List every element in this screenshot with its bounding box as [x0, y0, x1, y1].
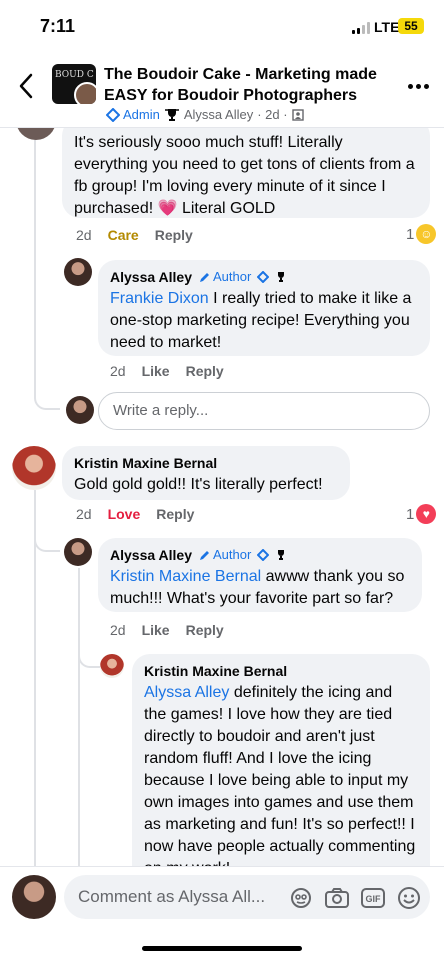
avatar[interactable] — [16, 128, 56, 140]
admin-shield-icon — [257, 271, 270, 283]
comment-text: Kristin Maxine Bernal awww thank you so … — [110, 568, 405, 607]
comments-list: It's seriously sooo much stuff! Literall… — [0, 128, 444, 866]
comment-text: Gold gold gold!! It's literally perfect! — [74, 476, 323, 493]
avatar-sticker-icon[interactable] — [288, 885, 314, 911]
comment-time: 2d — [110, 363, 126, 379]
pencil-icon — [199, 550, 209, 560]
admin-shield-icon — [257, 549, 270, 561]
comment-text: Frankie Dixon I really tried to make it … — [110, 290, 412, 351]
comment-time: 2d — [76, 227, 92, 243]
mention-link[interactable]: Frankie Dixon — [110, 290, 209, 307]
network-type: LTE — [374, 19, 400, 35]
avatar[interactable] — [100, 654, 124, 678]
author-badge: Author — [198, 268, 251, 286]
post-meta: Admin Alyssa Alley · 2d · — [106, 107, 304, 122]
comment-bubble: Alyssa Alley Author Frankie Dixon I real… — [98, 260, 430, 356]
comment-text: Alyssa Alley definitely the icing and th… — [144, 684, 416, 866]
group-avatar[interactable]: BOUD C — [52, 64, 96, 104]
thread-connector — [34, 368, 60, 410]
admin-label: Admin — [123, 107, 160, 122]
gif-icon[interactable]: GIF — [360, 885, 386, 911]
group-title[interactable]: The Boudoir Cake - Marketing made EASY f… — [104, 64, 390, 106]
back-button[interactable] — [10, 68, 42, 104]
comment-author[interactable]: Kristin Maxine Bernal — [74, 454, 217, 472]
love-reaction-icon: ♥ — [416, 504, 437, 524]
trophy-icon — [278, 550, 285, 560]
comment-time: 2d — [110, 622, 126, 638]
comment-text: It's seriously sooo much stuff! Literall… — [74, 134, 415, 217]
back-arrow-icon — [19, 73, 33, 99]
comment-author[interactable]: Kristin Maxine Bernal — [144, 662, 287, 680]
mention-link[interactable]: Kristin Maxine Bernal — [110, 568, 261, 585]
poster-name[interactable]: Alyssa Alley — [184, 107, 253, 122]
comment-placeholder: Comment as Alyssa All... — [78, 887, 266, 906]
avatar[interactable] — [64, 538, 92, 566]
comment-input[interactable]: Comment as Alyssa All... GIF — [64, 875, 430, 919]
svg-text:GIF: GIF — [366, 894, 382, 904]
status-time: 7:11 — [40, 16, 76, 36]
avatar[interactable] — [12, 446, 56, 490]
care-button[interactable]: Care — [108, 227, 139, 243]
author-mini-avatar — [74, 82, 96, 104]
comment-actions: 2d Like Reply — [110, 622, 224, 638]
reply-button[interactable]: Reply — [186, 622, 224, 638]
comment-author[interactable]: Alyssa Alley — [110, 546, 192, 564]
post-time: · 2d · — [257, 107, 288, 122]
reply-button[interactable]: Reply — [156, 506, 194, 522]
signal-icon — [352, 22, 372, 34]
comment-bubble: Alyssa Alley Author Kristin Maxine Berna… — [98, 538, 422, 612]
reply-button[interactable]: Reply — [186, 363, 224, 379]
comment-actions: 2d Care Reply — [76, 227, 193, 243]
emoji-icon[interactable] — [396, 885, 422, 911]
current-user-avatar[interactable] — [12, 875, 56, 919]
care-reaction-icon: ☺ — [416, 224, 437, 244]
comment-bubble: It's seriously sooo much stuff! Literall… — [62, 128, 430, 218]
thread-connector — [34, 528, 60, 552]
comment-bubble: Kristin Maxine Bernal Alyssa Alley defin… — [132, 654, 430, 866]
more-button[interactable] — [406, 74, 430, 98]
reaction-count[interactable]: 1 ♥ — [406, 504, 437, 524]
author-badge: Author — [198, 546, 251, 564]
battery-icon: 55 — [398, 18, 424, 34]
like-button[interactable]: Like — [142, 363, 170, 379]
trophy-icon — [164, 108, 179, 121]
home-indicator[interactable] — [142, 946, 302, 951]
thread-line — [78, 568, 80, 866]
admin-shield-icon — [106, 107, 120, 122]
reaction-count[interactable]: 1 ☺ — [406, 224, 437, 244]
trophy-icon — [278, 272, 285, 282]
admin-badge[interactable]: Admin — [106, 107, 160, 122]
comment-bubble: Kristin Maxine Bernal Gold gold gold!! I… — [62, 446, 350, 500]
avatar[interactable] — [64, 258, 92, 286]
pencil-icon — [199, 272, 209, 282]
reply-input[interactable]: Write a reply... — [98, 392, 430, 430]
reply-button[interactable]: Reply — [155, 227, 193, 243]
current-user-avatar — [66, 396, 94, 424]
post-header: BOUD C The Boudoir Cake - Marketing made… — [0, 56, 444, 128]
comment-actions: 2d Love Reply — [76, 506, 194, 522]
group-privacy-icon — [291, 108, 304, 121]
group-logo-text: BOUD C — [55, 70, 94, 80]
comment-actions: 2d Like Reply — [110, 363, 224, 379]
comment-time: 2d — [76, 506, 92, 522]
thread-connector — [78, 648, 100, 668]
more-icon — [407, 83, 413, 89]
love-button[interactable]: Love — [108, 506, 141, 522]
mention-link[interactable]: Alyssa Alley — [144, 684, 229, 701]
like-button[interactable]: Like — [142, 622, 170, 638]
camera-icon[interactable] — [324, 885, 350, 911]
status-bar: 7:11 LTE 55 — [0, 0, 444, 52]
comment-author[interactable]: Alyssa Alley — [110, 268, 192, 286]
thread-line — [34, 128, 36, 393]
